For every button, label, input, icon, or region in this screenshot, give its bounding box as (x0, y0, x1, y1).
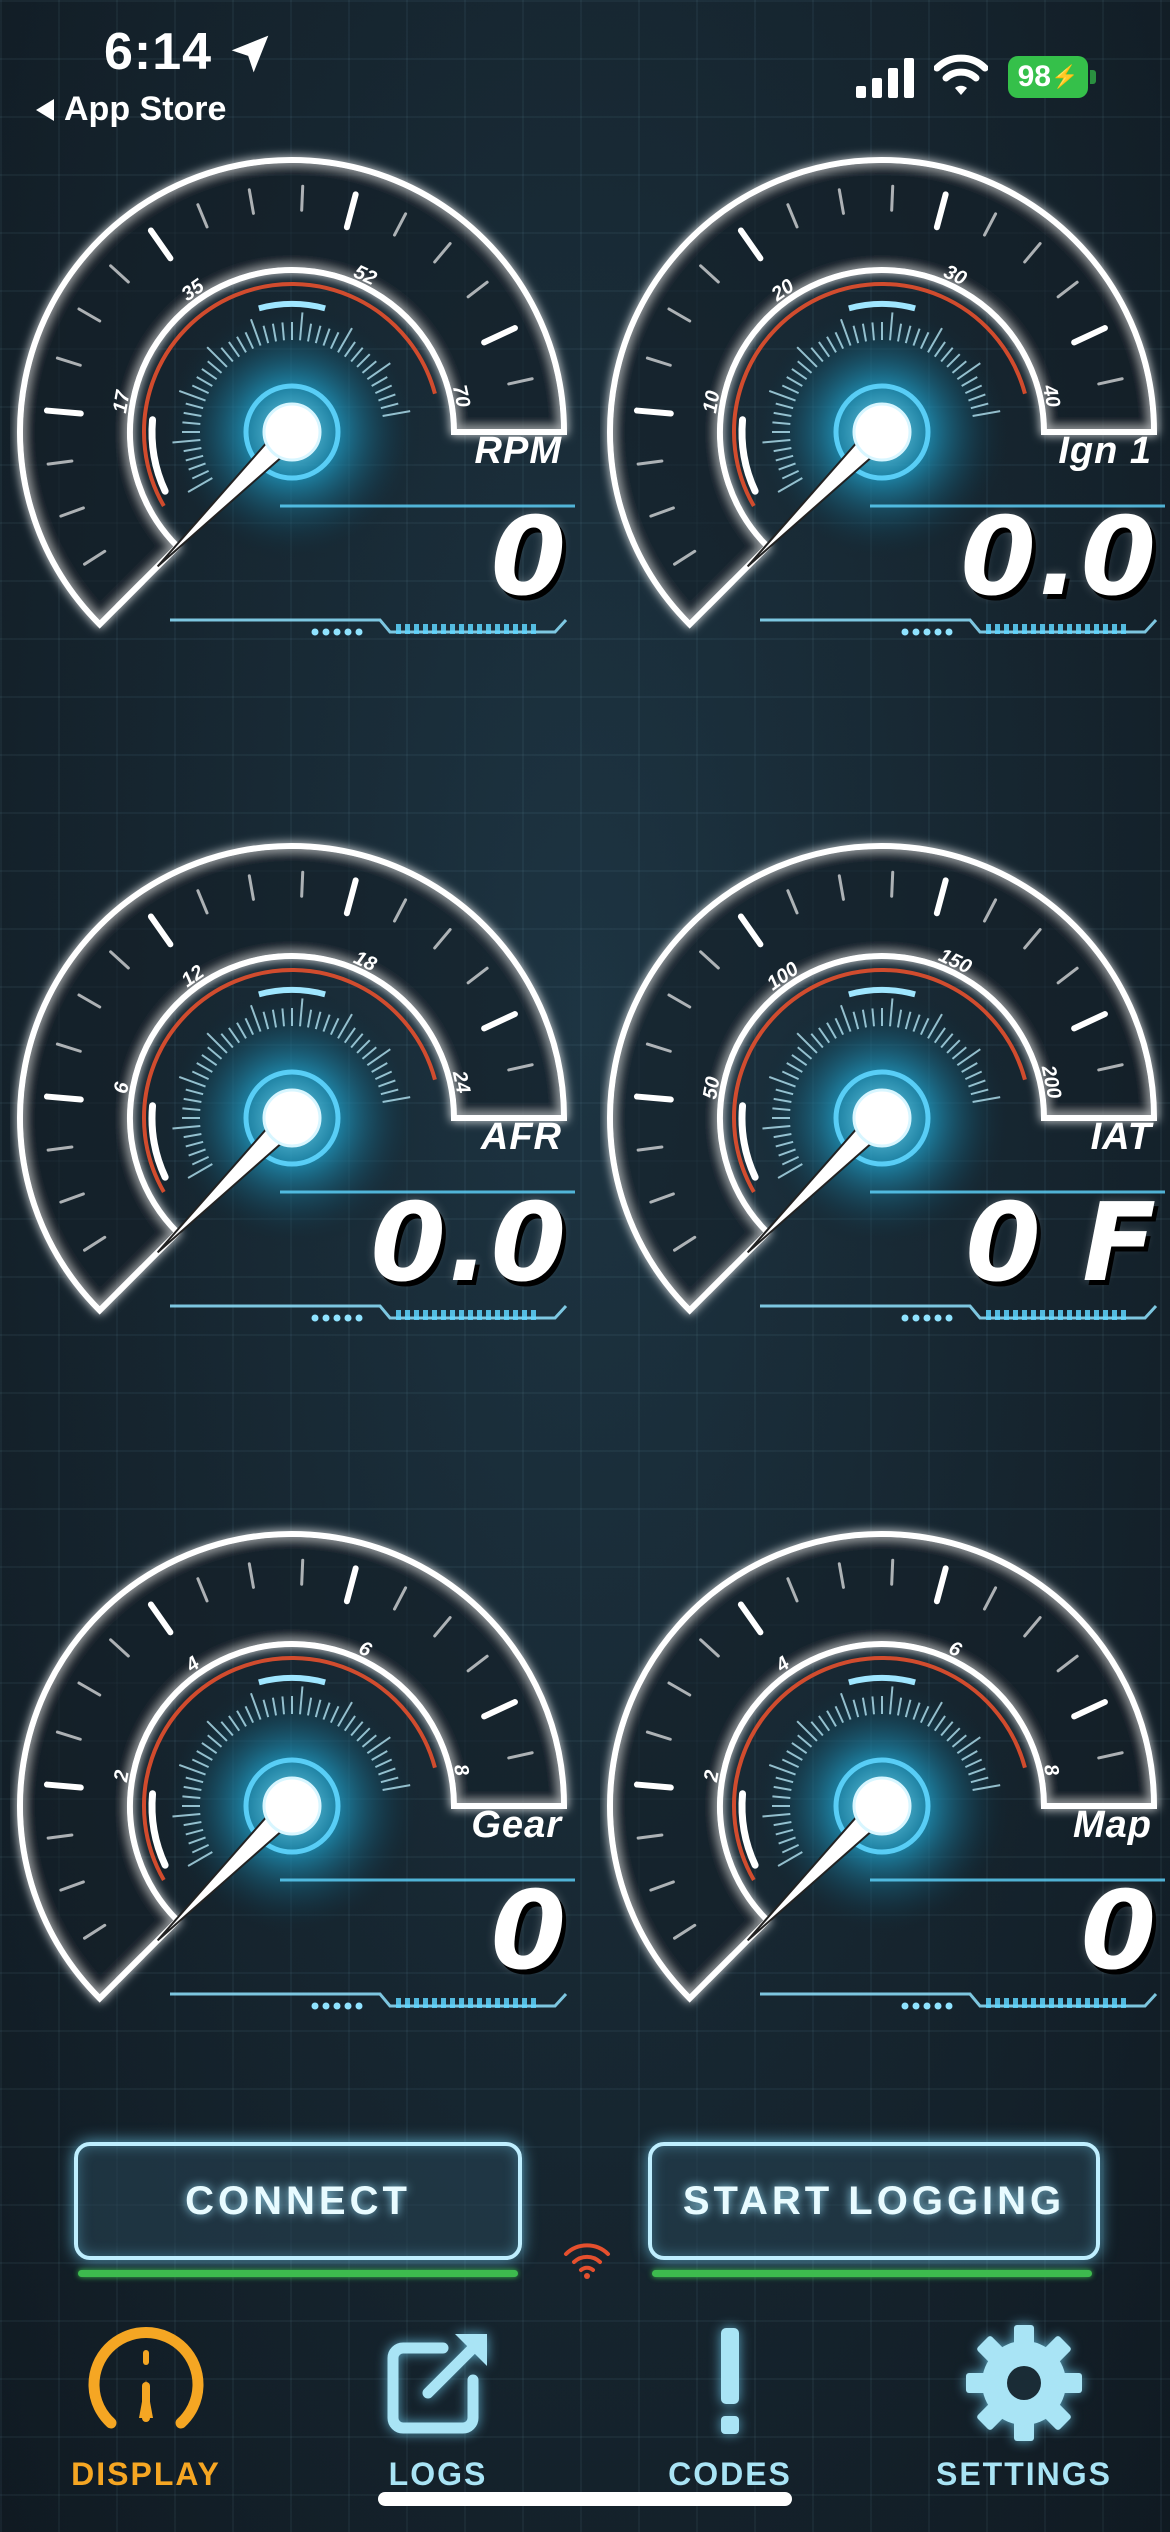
location-arrow-icon (231, 35, 269, 73)
gauge-value: 0 (1080, 1869, 1158, 1994)
cellular-signal-icon (856, 58, 914, 98)
connect-button[interactable]: CONNECT (74, 2142, 522, 2260)
start-logging-button-label: START LOGGING (682, 2178, 1066, 2223)
connect-button-label: CONNECT (185, 2178, 411, 2223)
gauge-label: Map (1073, 1804, 1152, 1846)
gauge-icon (88, 2327, 204, 2429)
tab-display[interactable]: DISPLAY (46, 2318, 246, 2498)
gauge-rpm: 17 35 52 70 RPM 0 (10, 140, 590, 680)
battery-tip (1090, 70, 1096, 84)
tick-label: 24 (448, 1068, 474, 1095)
gauge-value: 0 F (965, 1181, 1158, 1306)
back-arrow-icon (36, 98, 54, 121)
status-time: 6:14 (104, 23, 213, 81)
gauge-map: 2468 Map 0 (600, 1514, 1170, 2054)
gauge-ign1: 10 20 30 40 Ign 1 0.0 (600, 140, 1170, 680)
gauge-value: 0 (490, 495, 568, 620)
connect-status-bar (78, 2270, 518, 2277)
tab-logs-label: LOGS (388, 2456, 488, 2492)
back-label: App Store (64, 90, 227, 128)
gauge-label: IAT (1090, 1116, 1152, 1158)
gauge-label: Gear (471, 1804, 562, 1846)
gauge-value: 0.0 (960, 495, 1158, 620)
tab-logs[interactable]: LOGS (338, 2318, 538, 2498)
connection-signal-icon (564, 2243, 610, 2279)
gauge-value: 0.0 (370, 1181, 568, 1306)
wifi-icon (934, 54, 988, 95)
tab-settings[interactable]: SETTINGS (924, 2318, 1124, 2498)
tick-label: 70 (448, 383, 474, 409)
gauge-label: RPM (474, 430, 562, 472)
status-bar: 6:14 App Store 98 ⚡ (0, 0, 1170, 140)
export-icon (387, 2334, 487, 2434)
gauge-iat: 50 100 150 200 IAT 0 F (600, 826, 1170, 1366)
logging-status-bar (652, 2270, 1092, 2277)
tab-codes-label: CODES (668, 2456, 792, 2492)
charging-bolt-icon: ⚡ (1050, 64, 1079, 89)
gauge-value: 0 (490, 1869, 568, 1994)
battery-level: 98 (1017, 60, 1051, 93)
gauge-label: Ign 1 (1058, 430, 1152, 472)
battery-indicator: 98 ⚡ (1008, 56, 1088, 98)
tab-display-label: DISPLAY (71, 2456, 221, 2492)
gear-icon (966, 2325, 1082, 2441)
tick-label: 50 (699, 1075, 725, 1101)
start-logging-button[interactable]: START LOGGING (648, 2142, 1100, 2260)
tick-label: 40 (1038, 382, 1064, 409)
gauge-gear: 2468 Gear 0 (10, 1514, 590, 2054)
gauge-afr: 6 12 18 24 AFR 0.0 (10, 826, 590, 1366)
tick-label: 10 (699, 389, 725, 415)
tab-codes[interactable]: CODES (630, 2318, 830, 2498)
home-indicator (378, 2492, 792, 2506)
gauge-label: AFR (480, 1116, 562, 1158)
tab-settings-label: SETTINGS (935, 2456, 1112, 2492)
exclamation-icon (721, 2328, 739, 2434)
back-to-app-store[interactable]: App Store (36, 90, 226, 129)
